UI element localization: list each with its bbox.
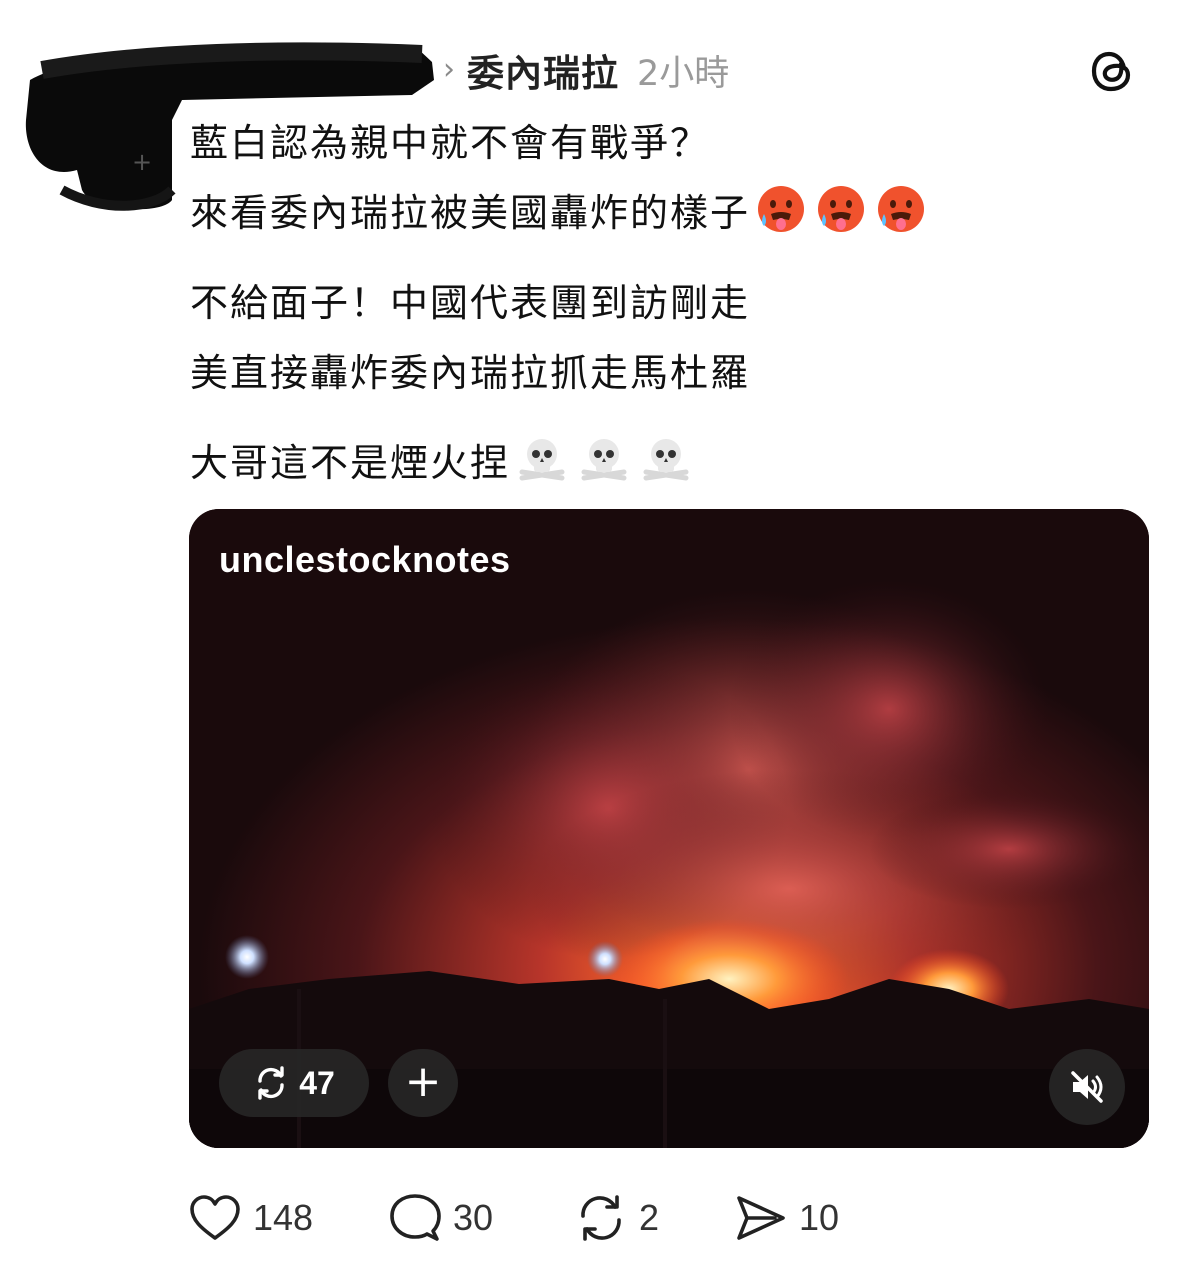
reply-button[interactable]: 30: [389, 1193, 575, 1243]
video-repost-count: 47: [299, 1064, 335, 1101]
follow-plus-icon[interactable]: +: [126, 146, 158, 178]
like-count: 148: [253, 1197, 314, 1238]
video-watermark: unclestocknotes: [219, 539, 511, 580]
reply-count: 30: [453, 1197, 494, 1238]
skull-crossbones-emoji-icon: [519, 439, 565, 481]
repost-count: 2: [639, 1197, 660, 1238]
repost-button[interactable]: 2: [575, 1193, 735, 1243]
topic-tag[interactable]: 委內瑞拉: [467, 43, 619, 97]
post-action-bar: 148 30 2 10: [189, 1188, 875, 1248]
chevron-right-icon: ›: [443, 52, 455, 87]
hot-face-emoji-icon: [878, 186, 925, 232]
comment-bubble-icon: [390, 1194, 441, 1241]
threads-post-screen: + › 委內瑞拉 2小時 藍白認為親中就不會有戰爭？ 來看委內瑞拉被美國轟炸的樣…: [0, 0, 1185, 1280]
post-line: 來看委內瑞拉被美國轟炸的樣子: [190, 191, 751, 235]
post-line-with-emoji: 大哥這不是煙火捏: [190, 428, 1150, 498]
post-timestamp: 2小時: [637, 53, 730, 94]
share-button[interactable]: 10: [735, 1194, 875, 1242]
heart-icon: [190, 1195, 240, 1240]
skull-emoji-group: [516, 432, 692, 484]
video-player[interactable]: unclestocknotes 47 +: [189, 509, 1149, 1148]
mute-button[interactable]: [1049, 1049, 1125, 1125]
post-line: 大哥這不是煙火捏: [190, 441, 511, 485]
hot-face-emoji-icon: [758, 186, 805, 232]
share-count: 10: [799, 1197, 840, 1238]
post-body: 藍白認為親中就不會有戰爭？ 來看委內瑞拉被美國轟炸的樣子 不給面子！中國代表團到…: [190, 108, 1150, 498]
post-line: 美直接轟炸委內瑞拉抓走馬杜羅: [190, 351, 751, 395]
repost-icon: [581, 1195, 621, 1241]
video-add-button[interactable]: +: [388, 1049, 458, 1117]
hot-face-emoji-group: [756, 184, 926, 234]
skull-crossbones-emoji-icon: [643, 439, 689, 481]
repost-icon: [258, 1066, 284, 1100]
post-line-with-emoji: 來看委內瑞拉被美國轟炸的樣子: [190, 178, 1150, 248]
post-line: 不給面子！中國代表團到訪剛走: [190, 281, 751, 325]
skull-crossbones-emoji-icon: [581, 439, 627, 481]
hot-face-emoji-icon: [818, 186, 865, 232]
post-header: › 委內瑞拉 2小時: [443, 44, 729, 96]
threads-logo-icon[interactable]: [1088, 46, 1138, 96]
speaker-muted-icon: [1071, 1071, 1103, 1103]
send-arrow-icon: [737, 1196, 785, 1240]
video-repost-count-button[interactable]: 47: [219, 1049, 369, 1117]
like-button[interactable]: 148: [189, 1194, 389, 1242]
post-line: 藍白認為親中就不會有戰爭？: [190, 121, 711, 165]
